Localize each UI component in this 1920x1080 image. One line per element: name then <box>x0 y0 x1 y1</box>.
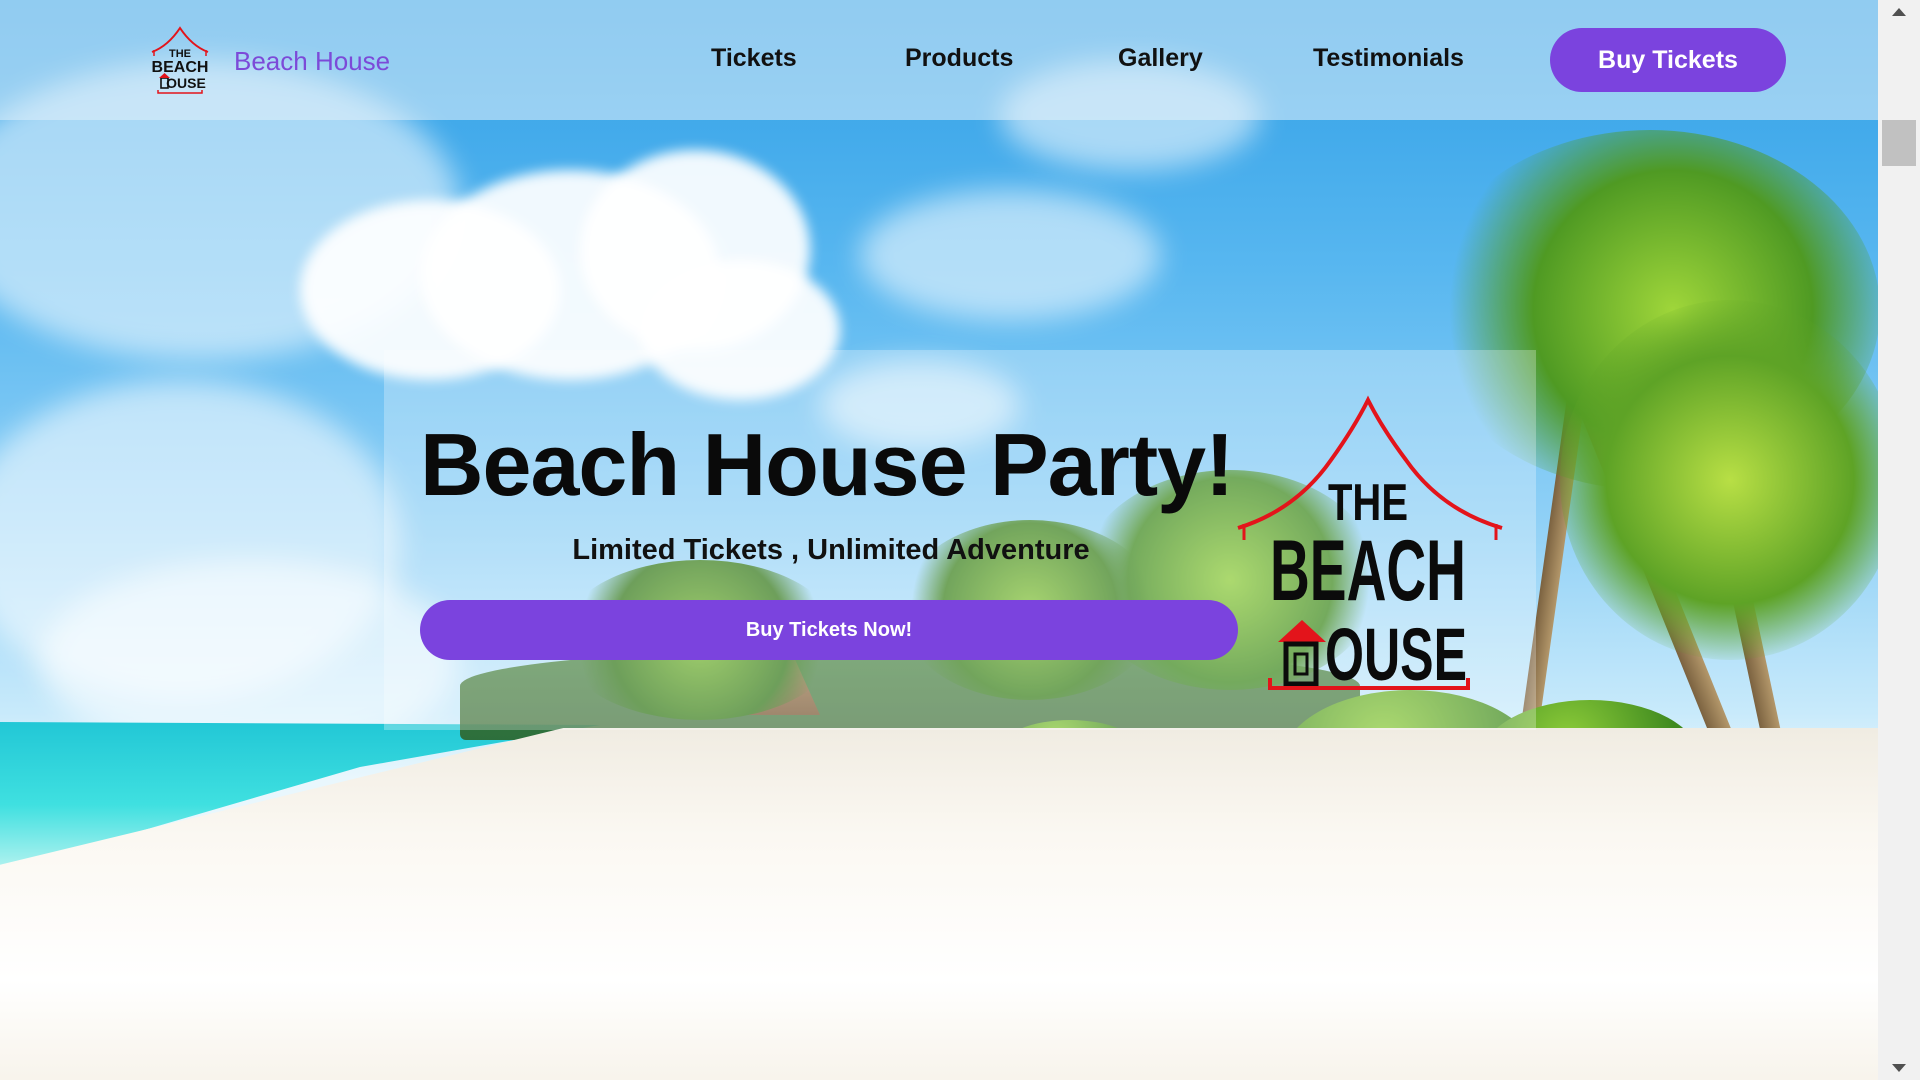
scroll-down-arrow-icon[interactable] <box>1892 1064 1906 1072</box>
top-navbar: THE BEACH OUSE Beach House Tickets Produ… <box>0 0 1878 120</box>
scroll-up-arrow-icon[interactable] <box>1892 8 1906 16</box>
logo-text-beach: BEACH <box>1270 523 1466 619</box>
buy-tickets-now-button[interactable]: Buy Tickets Now! <box>420 600 1238 660</box>
scroll-thumb[interactable] <box>1882 120 1916 166</box>
nav-link-tickets[interactable]: Tickets <box>711 44 797 73</box>
nav-link-products[interactable]: Products <box>905 44 1013 73</box>
hero-subtitle: Limited Tickets , Unlimited Adventure <box>572 534 1090 566</box>
buy-tickets-button[interactable]: Buy Tickets <box>1550 28 1786 92</box>
nav-link-testimonials[interactable]: Testimonials <box>1313 44 1464 73</box>
logo-text-ouse: OUSE <box>1325 613 1467 690</box>
page-scrollbar[interactable] <box>1878 0 1920 1080</box>
hero-card: Beach House Party! Limited Tickets , Unl… <box>384 350 1536 730</box>
hero-title: Beach House Party! <box>420 415 1234 514</box>
beach-house-hero-logo: THE BEACH OUSE <box>1236 390 1506 696</box>
nav-link-gallery[interactable]: Gallery <box>1118 44 1203 73</box>
